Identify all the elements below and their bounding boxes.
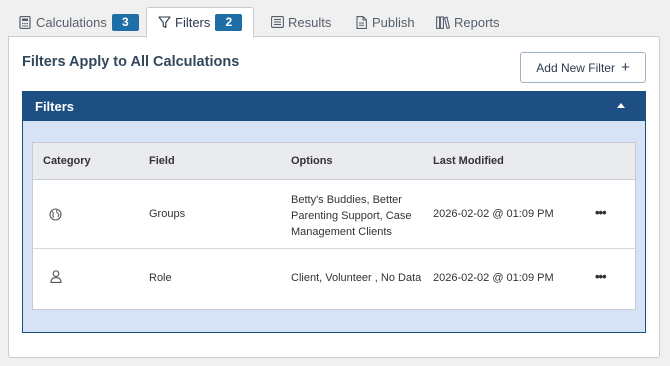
options-value: Betty's Buddies, Better Parenting Suppor…	[291, 194, 412, 238]
filters-section-header[interactable]: Filters	[23, 92, 645, 121]
last-modified-value: 2026-02-02 @ 01:09 PM	[433, 272, 554, 284]
document-icon	[354, 15, 368, 29]
tab-filters[interactable]: Filters 2	[146, 7, 254, 38]
tab-label: Filters	[175, 15, 211, 30]
tab-label: Results	[288, 14, 332, 30]
column-header-last-modified: Last Modified	[433, 155, 504, 167]
field-value: Groups	[149, 208, 186, 220]
plus-icon: +	[620, 59, 630, 76]
calculator-icon	[18, 15, 32, 29]
options-value: Client, Volunteer , No Data	[291, 272, 422, 284]
tab-calculations[interactable]: Calculations 3	[8, 7, 149, 37]
add-new-filter-button[interactable]: Add New Filter +	[520, 52, 646, 83]
count-badge: 2	[215, 14, 243, 31]
filters-tab-panel: Filters Apply to All Calculations Add Ne…	[8, 36, 660, 358]
page-title: Filters Apply to All Calculations	[22, 54, 240, 70]
field-value: Role	[149, 272, 172, 284]
filters-section-title: Filters	[35, 99, 75, 114]
list-icon	[270, 15, 284, 29]
last-modified-value: 2026-02-02 @ 01:09 PM	[433, 208, 554, 220]
tab-publish[interactable]: Publish	[344, 7, 425, 37]
globe-icon	[49, 208, 62, 224]
table-header: Category Field Options Last Modified	[33, 143, 635, 180]
row-actions-menu-icon[interactable]: •••	[595, 205, 607, 220]
tab-label: Publish	[372, 14, 415, 30]
row-actions-menu-icon[interactable]: •••	[595, 269, 607, 284]
add-button-label: Add New Filter	[536, 60, 615, 75]
filter-icon	[157, 16, 171, 30]
tab-bar: Calculations 3 Filters 2 Results Publish…	[8, 7, 662, 38]
tab-results[interactable]: Results	[260, 7, 341, 37]
tab-label: Reports	[454, 14, 500, 30]
table-row[interactable]: Role Client, Volunteer , No Data 2026-02…	[33, 249, 635, 309]
user-icon	[50, 270, 62, 286]
books-icon	[436, 15, 450, 29]
tab-reports[interactable]: Reports	[426, 7, 510, 37]
column-header-field: Field	[149, 155, 175, 167]
collapse-caret-icon[interactable]	[617, 103, 625, 108]
filters-section: Filters Category Field Options Last Modi…	[22, 91, 646, 333]
tab-label: Calculations	[36, 14, 107, 30]
table-row[interactable]: Groups Betty's Buddies, Better Parenting…	[33, 180, 635, 249]
column-header-options: Options	[291, 155, 333, 167]
count-badge: 3	[111, 13, 139, 31]
filters-table: Category Field Options Last Modified Gro…	[32, 142, 636, 310]
column-header-category: Category	[43, 155, 91, 167]
